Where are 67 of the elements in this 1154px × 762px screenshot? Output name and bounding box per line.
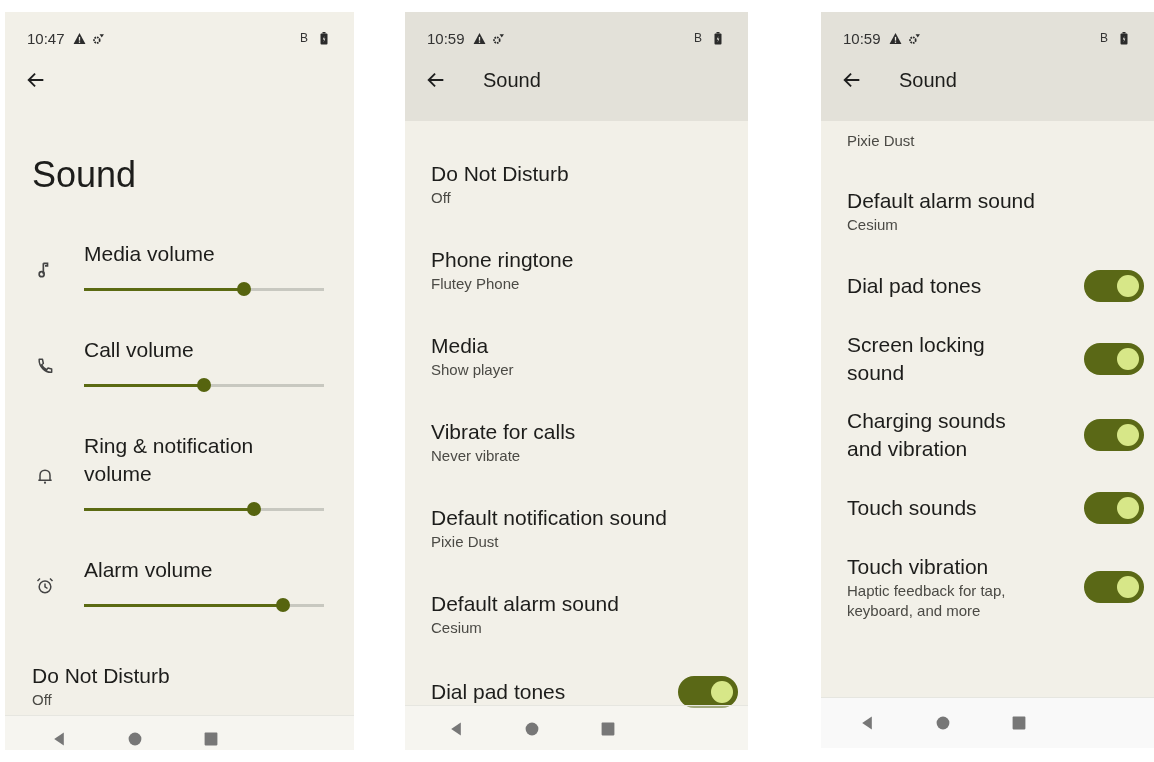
setting-label: Default notification sound — [431, 505, 668, 531]
setting-item[interactable]: Phone ringtone Flutey Phone — [405, 227, 748, 313]
warning-icon — [472, 31, 486, 45]
setting-summary: Flutey Phone — [431, 274, 521, 294]
setting-label: Touch vibration — [847, 554, 990, 580]
battery-icon — [1120, 31, 1128, 45]
setting-label: Dial pad tones — [847, 273, 983, 299]
bell-icon — [35, 466, 55, 486]
alarm-clock-icon — [35, 576, 55, 596]
setting-label: Screen locking sound — [847, 332, 986, 386]
battery-icon — [714, 31, 722, 45]
setting-summary: Off — [32, 690, 53, 710]
setting-label: Default alarm sound — [847, 188, 1036, 214]
status-time: 10:59 — [427, 29, 465, 47]
setting-item[interactable]: Default notification sound Pixie Dust — [405, 485, 748, 571]
status-letter: B — [694, 31, 702, 45]
setting-summary: Cesium — [431, 618, 483, 638]
setting-item[interactable]: Do Not Disturb Off — [5, 652, 354, 750]
setting-label: Phone ringtone — [431, 247, 575, 273]
warning-icon — [72, 31, 86, 45]
setting-summary: Pixie Dust — [847, 131, 916, 151]
status-letter: B — [1100, 31, 1108, 45]
setting-label: Media — [431, 333, 490, 359]
setting-summary: Never vibrate — [431, 446, 522, 466]
setting-item[interactable]: Media Show player — [405, 313, 748, 399]
home-nav-icon[interactable] — [126, 731, 143, 747]
screen-title: Sound — [31, 153, 138, 197]
recents-nav-icon[interactable] — [202, 731, 219, 747]
setting-label: Dial pad tones — [431, 679, 567, 705]
setting-label: Charging sounds and vibration — [847, 408, 1007, 462]
warning-icon — [888, 31, 902, 45]
screen-title: Sound — [483, 68, 541, 92]
toggle-switch[interactable] — [678, 676, 738, 708]
status-time: 10:59 — [843, 29, 881, 47]
setting-label: Touch sounds — [847, 495, 978, 521]
setting-summary: Pixie Dust — [431, 532, 500, 552]
status-time: 10:47 — [27, 29, 65, 47]
home-nav-icon[interactable] — [934, 715, 951, 731]
setting-label: Call volume — [84, 337, 195, 363]
phone-icon — [35, 356, 55, 376]
setting-label: Media volume — [84, 241, 216, 267]
setting-item[interactable]: Do Not Disturb Off — [405, 141, 748, 227]
battery-icon — [320, 31, 328, 45]
setting-summary: Haptic feedback for tap, keyboard, and more — [847, 581, 1007, 621]
screen-title: Sound — [899, 68, 957, 92]
toggle-switch[interactable] — [1084, 343, 1144, 375]
status-letter: B — [300, 31, 308, 45]
recents-nav-icon[interactable] — [1010, 715, 1027, 731]
toggle-switch[interactable] — [1084, 419, 1144, 451]
setting-summary: Cesium — [847, 215, 899, 235]
setting-item[interactable]: Default alarm sound Cesium — [405, 571, 748, 657]
setting-label: Ring & notification volume — [84, 433, 255, 487]
setting-summary: Off — [431, 188, 452, 208]
setting-label: Default alarm sound — [431, 591, 620, 617]
setting-item[interactable]: Default alarm sound Cesium — [821, 171, 1154, 251]
recents-nav-icon[interactable] — [599, 721, 616, 737]
setting-item[interactable]: Pixie Dust — [821, 131, 1154, 171]
setting-label: Do Not Disturb — [32, 663, 171, 689]
toggle-switch[interactable] — [1084, 492, 1144, 524]
setting-item[interactable]: Vibrate for calls Never vibrate — [405, 399, 748, 485]
toggle-switch[interactable] — [1084, 270, 1144, 302]
toggle-switch[interactable] — [1084, 571, 1144, 603]
setting-summary: Show player — [431, 360, 515, 380]
setting-label: Vibrate for calls — [431, 419, 577, 445]
setting-label: Do Not Disturb — [431, 161, 570, 187]
setting-label: Alarm volume — [84, 557, 214, 583]
home-nav-icon[interactable] — [523, 721, 540, 737]
